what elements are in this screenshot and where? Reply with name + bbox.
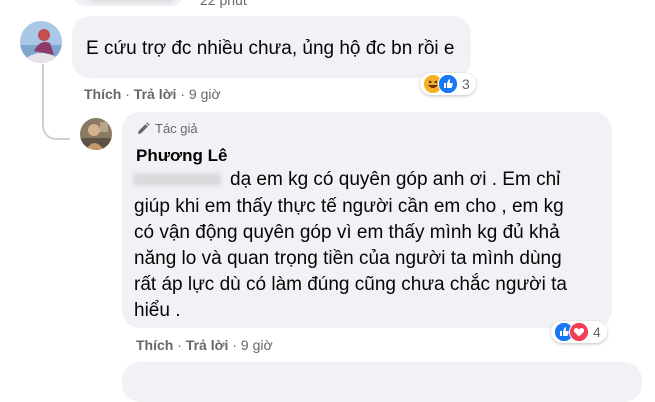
reply-text-line-3: có vận động quyên góp vì em thấy mình kg… (134, 222, 560, 243)
comment-time-link[interactable]: 9 giờ (189, 86, 221, 102)
next-comment-bubble (122, 362, 642, 402)
author-name[interactable]: Phương Lê (136, 146, 227, 166)
reply-text-line-2: giúp khi em thấy thực tế người cần em ch… (134, 196, 564, 217)
like-reaction-icon (438, 74, 458, 94)
reply-actions: Thích · Trả lời · 9 giờ (136, 337, 273, 353)
comment-text: E cứu trợ đc nhiều chưa, ủng hộ đc bn rồ… (86, 38, 455, 59)
reply-text-line-1: dạ em kg có quyên góp anh ơi . Em chỉ (230, 169, 561, 190)
author-badge-label: Tác giả (155, 121, 198, 136)
avatar[interactable] (20, 21, 62, 63)
love-reaction-icon (569, 322, 589, 342)
redacted-mention (133, 173, 221, 186)
author-avatar-image (80, 118, 112, 150)
pencil-icon (138, 121, 150, 134)
reply-link[interactable]: Trả lời (134, 86, 177, 102)
reply-time-link[interactable]: 9 giờ (241, 337, 273, 353)
reply-reaction-count: 4 (593, 324, 601, 340)
separator: · (180, 86, 185, 102)
comment-actions: Thích · Trả lời · 9 giờ (84, 86, 221, 102)
separator: · (232, 337, 237, 353)
redacted-name (88, 0, 174, 2)
reaction-summary[interactable]: 3 (420, 73, 476, 95)
previous-comment-time: 22 phút (200, 0, 247, 8)
reply-like-link[interactable]: Thích (136, 337, 173, 353)
thread-elbow (42, 98, 70, 140)
author-badge: Tác giả (136, 121, 198, 136)
avatar-image (20, 21, 62, 63)
reply-text-line-4: năng lo và quan trọng tiền của người ta … (134, 248, 562, 269)
thread-line (42, 64, 44, 98)
reply-reaction-summary[interactable]: 4 (551, 321, 607, 343)
reply-text-line-6: hiểu . (134, 300, 181, 321)
like-link[interactable]: Thích (84, 86, 121, 102)
reply-text-line-5: rất áp lực dù có làm đúng cũng chưa chắc… (134, 274, 567, 295)
separator: · (177, 337, 182, 353)
reaction-count: 3 (462, 76, 470, 92)
separator: · (125, 86, 130, 102)
reply-reply-link[interactable]: Trả lời (186, 337, 229, 353)
author-avatar[interactable] (80, 118, 112, 150)
